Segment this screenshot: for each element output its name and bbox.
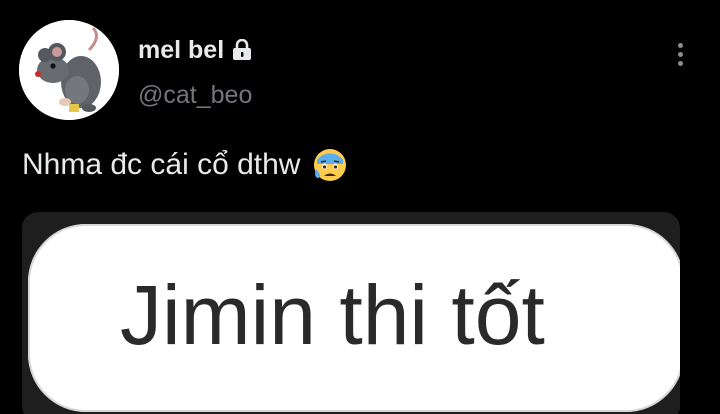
more-vertical-icon	[677, 51, 683, 57]
tweet-screenshot: mel bel @cat_beo Nhma đc cái cổ dthw Jim…	[0, 0, 720, 414]
avatar[interactable]	[19, 20, 119, 120]
user-handle[interactable]: @cat_beo	[138, 80, 252, 110]
tweet-text: Nhma đc cái cổ dthw	[22, 148, 301, 181]
author-name-row: mel bel	[138, 34, 252, 66]
lock-icon	[233, 39, 252, 60]
rat-avatar-icon	[19, 20, 119, 120]
media-caption: Jimin thi tốt	[120, 268, 545, 362]
display-name[interactable]: mel bel	[138, 34, 224, 66]
more-vertical-icon	[677, 42, 683, 48]
tweet-media[interactable]: Jimin thi tốt	[22, 212, 680, 414]
more-options-button[interactable]	[666, 38, 694, 70]
tweet-body: Nhma đc cái cổ dthw	[22, 145, 348, 185]
media-image: Jimin thi tốt	[28, 224, 680, 412]
more-vertical-icon	[677, 60, 683, 66]
anxious-face-with-sweat-icon	[314, 149, 347, 181]
